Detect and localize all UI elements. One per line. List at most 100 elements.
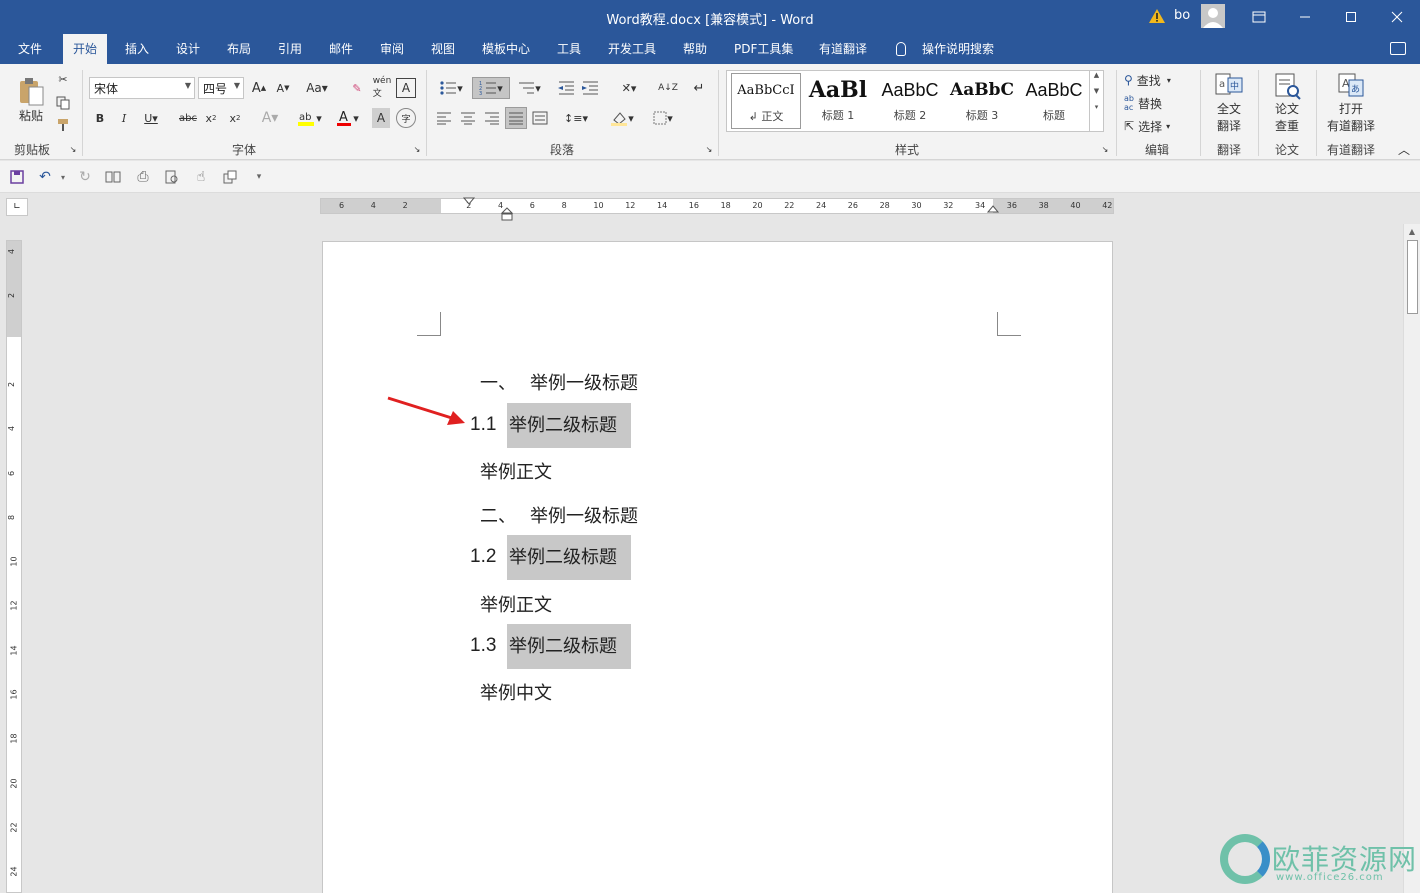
full-text-translate-button[interactable]: a中 全文 翻译: [1206, 70, 1252, 136]
style-heading-2[interactable]: AaBbC 标题 2: [875, 73, 945, 129]
tab-mailings[interactable]: 邮件: [325, 34, 357, 64]
align-left-icon[interactable]: [434, 108, 454, 128]
superscript-icon[interactable]: x2: [226, 108, 244, 128]
numbering-icon[interactable]: 1 2 3 ▾: [472, 77, 510, 99]
cut-icon[interactable]: ✂: [54, 70, 72, 88]
style-normal[interactable]: AaBbCcI ↲ 正文: [731, 73, 801, 129]
change-case-icon[interactable]: Aa▾: [302, 78, 332, 98]
body-paragraph[interactable]: 举例正文: [480, 458, 552, 484]
touch-mode-icon[interactable]: ☝: [192, 168, 210, 186]
scroll-thumb[interactable]: [1407, 240, 1418, 314]
tell-me-search[interactable]: 操作说明搜索: [918, 34, 998, 64]
italic-icon[interactable]: I: [116, 108, 132, 128]
show-formatting-marks-icon[interactable]: ↵: [690, 78, 708, 98]
body-paragraph[interactable]: 举例正文: [480, 591, 552, 617]
minimize-icon[interactable]: [1282, 0, 1328, 34]
copy-icon[interactable]: [54, 94, 72, 112]
style-title[interactable]: AaBbC 标题: [1019, 73, 1089, 129]
ribbon-display-options-icon[interactable]: [1236, 0, 1282, 34]
document-page[interactable]: 一、 举例一级标题 1.1 举例二级标题 举例正文 二、 举例一级标题 1.2 举例…: [322, 241, 1113, 893]
distributed-icon[interactable]: [530, 108, 550, 128]
styles-scroll[interactable]: ▲ ▼ ▾: [1089, 71, 1103, 131]
tab-review[interactable]: 审阅: [376, 34, 408, 64]
tab-youdao[interactable]: 有道翻译: [815, 34, 871, 64]
tab-selector[interactable]: ∟: [6, 198, 28, 216]
save-icon[interactable]: [8, 168, 26, 186]
phonetic-guide-icon[interactable]: wén 文: [372, 76, 392, 99]
hanging-indent-marker[interactable]: [501, 207, 515, 223]
tab-references[interactable]: 引用: [274, 34, 306, 64]
font-color-icon[interactable]: A ▾: [332, 108, 362, 128]
tab-pdf-tools[interactable]: PDF工具集: [730, 34, 797, 64]
styles-dialog-launcher-icon[interactable]: ↘: [1100, 144, 1110, 154]
tab-design[interactable]: 设计: [172, 34, 204, 64]
tab-home[interactable]: 开始: [63, 34, 108, 64]
select-button[interactable]: ⇱ 选择 ▾: [1124, 116, 1194, 136]
copy-format-icon[interactable]: [221, 168, 239, 186]
heading-1[interactable]: 一、 举例一级标题: [480, 369, 638, 395]
vertical-ruler[interactable]: 4 2 2 4 6 8 10 12 14 16 18 20 22 24: [6, 240, 22, 893]
heading-1[interactable]: 二、 举例一级标题: [480, 502, 638, 528]
bold-icon[interactable]: B: [92, 108, 108, 128]
open-youdao-button[interactable]: Aあ 打开 有道翻译: [1322, 70, 1380, 136]
find-button[interactable]: ⚲ 查找 ▾: [1124, 70, 1194, 90]
collapse-ribbon-icon[interactable]: ︿: [1396, 142, 1412, 157]
tab-layout[interactable]: 布局: [223, 34, 255, 64]
warning-icon[interactable]: [1148, 8, 1166, 24]
tab-help[interactable]: 帮助: [679, 34, 711, 64]
right-indent-marker[interactable]: [987, 205, 1001, 215]
heading-2-number[interactable]: 1.3: [470, 635, 496, 657]
tab-insert[interactable]: 插入: [121, 34, 153, 64]
font-name-combo[interactable]: 宋体 ▼: [89, 77, 195, 99]
read-mode-icon[interactable]: [104, 168, 122, 186]
chinese-layout-icon[interactable]: ✕̄▾: [612, 78, 646, 98]
strikethrough-icon[interactable]: abc: [178, 108, 198, 128]
print-preview-icon[interactable]: [163, 168, 181, 186]
restore-icon[interactable]: [1328, 0, 1374, 34]
heading-2-selected[interactable]: 举例二级标题: [507, 624, 631, 669]
customize-qat-icon[interactable]: ▾: [250, 168, 268, 186]
decrease-indent-icon[interactable]: [556, 78, 576, 98]
sort-icon[interactable]: A↓Z: [658, 78, 678, 98]
shrink-font-icon[interactable]: A ▼: [274, 78, 292, 98]
borders-icon[interactable]: ▾: [646, 108, 680, 128]
multilevel-list-icon[interactable]: ▾: [512, 78, 546, 98]
tab-tools[interactable]: 工具: [553, 34, 585, 64]
style-heading-3[interactable]: AaBbC 标题 3: [947, 73, 1017, 129]
user-name[interactable]: bo: [1174, 8, 1190, 23]
enclose-characters-icon[interactable]: 字: [396, 108, 416, 128]
tab-file[interactable]: 文件: [14, 34, 46, 64]
print-layout-icon[interactable]: ⎙: [134, 168, 152, 186]
paper-check-button[interactable]: 论文 查重: [1264, 70, 1310, 136]
grow-font-icon[interactable]: A ▲: [250, 78, 268, 98]
body-paragraph[interactable]: 举例中文: [480, 679, 552, 705]
tab-template-center[interactable]: 模板中心: [478, 34, 534, 64]
undo-icon[interactable]: ↶: [36, 168, 54, 186]
paragraph-dialog-launcher-icon[interactable]: ↘: [704, 144, 714, 154]
shading-icon[interactable]: ▾: [606, 108, 638, 128]
first-line-indent-marker[interactable]: [463, 197, 477, 207]
close-icon[interactable]: [1374, 0, 1420, 34]
heading-2-selected[interactable]: 举例二级标题: [507, 403, 631, 448]
format-painter-icon[interactable]: [54, 116, 72, 134]
text-effects-icon[interactable]: A▾: [256, 108, 284, 128]
highlight-color-icon[interactable]: ab ▾: [292, 108, 326, 128]
tab-view[interactable]: 视图: [427, 34, 459, 64]
scroll-up-icon[interactable]: ▲: [1404, 224, 1420, 240]
align-right-icon[interactable]: [482, 108, 502, 128]
clear-formatting-icon[interactable]: ✎: [348, 78, 366, 98]
redo-icon[interactable]: ↻: [76, 168, 94, 186]
vertical-scrollbar[interactable]: ▲: [1403, 224, 1420, 893]
comments-icon[interactable]: [1390, 42, 1406, 55]
character-shading-icon[interactable]: A: [372, 108, 390, 128]
character-border-icon[interactable]: A: [396, 78, 416, 98]
underline-icon[interactable]: U▾: [140, 108, 162, 128]
style-heading-1[interactable]: AaBl 标题 1: [803, 73, 873, 129]
replace-button[interactable]: ab ac 替换: [1124, 93, 1194, 113]
tab-developer[interactable]: 开发工具: [604, 34, 660, 64]
heading-2-number[interactable]: 1.2: [470, 546, 496, 568]
increase-indent-icon[interactable]: [580, 78, 600, 98]
dialog-launcher-icon[interactable]: ↘: [68, 144, 78, 154]
bullets-icon[interactable]: ▾: [434, 78, 468, 98]
justify-icon[interactable]: [505, 107, 527, 129]
